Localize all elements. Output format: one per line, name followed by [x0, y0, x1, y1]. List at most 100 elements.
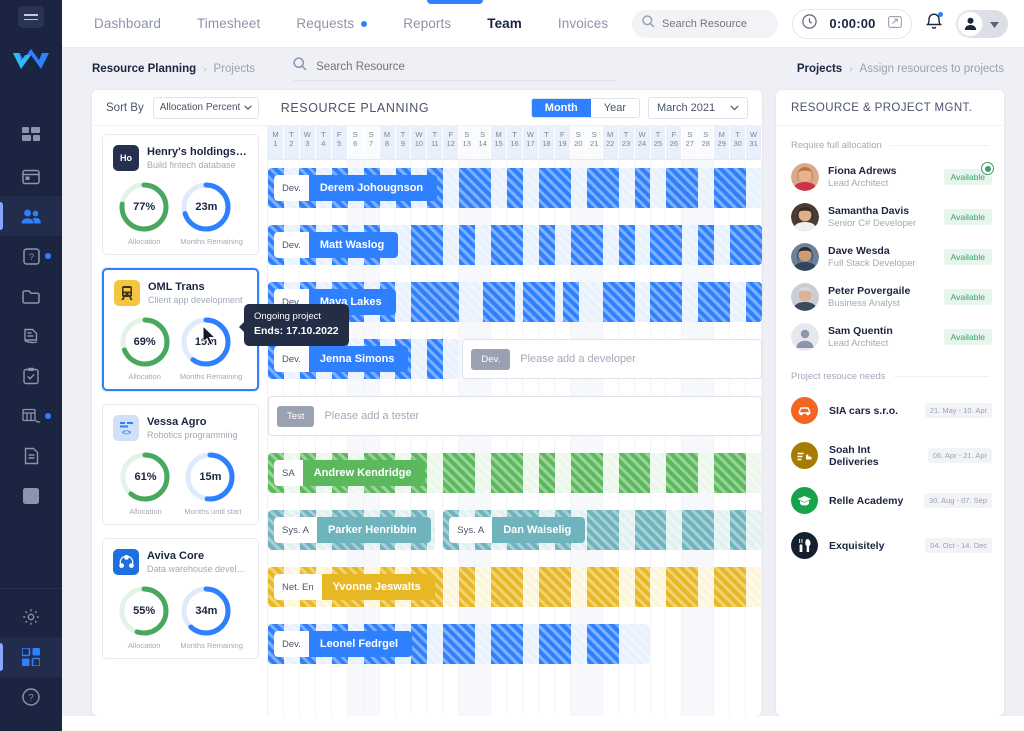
- resource-chip[interactable]: Dev. Jenna Simons: [274, 346, 409, 372]
- menu-toggle-button[interactable]: [18, 6, 44, 28]
- app-logo-icon[interactable]: [11, 48, 51, 74]
- project-need-row[interactable]: SIA cars s.r.o. 21. May - 10. Apr: [776, 388, 1004, 433]
- project-card[interactable]: <> Vessa Agro Robotics programming 61% Alloc…: [102, 404, 259, 525]
- person-row[interactable]: Sam Quentin Lead Architect Available: [776, 317, 1004, 357]
- breadcrumb-current[interactable]: Projects: [214, 63, 256, 75]
- planner-view-controls: Month Year March 2021: [530, 96, 748, 119]
- nav-item-calendar[interactable]: [0, 156, 62, 196]
- resource-chip[interactable]: Sys. A Parker Henribbin: [274, 517, 431, 543]
- nav-item-invoices[interactable]: [0, 316, 62, 356]
- resource-allocation-bar[interactable]: Sys. A Parker Henribbin: [268, 510, 436, 550]
- day-number: 8: [384, 139, 390, 148]
- project-need-row[interactable]: Soah Int Deliveries 06. Apr - 21. Apr: [776, 433, 1004, 478]
- project-date-range: 30. Aug - 07. Sep: [924, 493, 992, 508]
- global-search-input[interactable]: [662, 17, 772, 30]
- tab-dashboard[interactable]: Dashboard: [76, 16, 179, 31]
- sort-by-value: Allocation Percent: [159, 102, 241, 113]
- tab-reports[interactable]: Reports: [385, 16, 469, 31]
- nav-item-team[interactable]: [0, 196, 62, 236]
- day-header-cell: S6: [347, 126, 364, 159]
- tab-timesheet[interactable]: Timesheet: [179, 16, 278, 31]
- resource-allocation-bar[interactable]: SA Andrew Kendridge: [268, 453, 762, 493]
- resource-chip[interactable]: Net. En Yvonne Jeswalts: [274, 574, 435, 600]
- project-need-row[interactable]: Relle Academy 30. Aug - 07. Sep: [776, 478, 1004, 523]
- mouse-cursor: [202, 324, 217, 351]
- add-resource-placeholder[interactable]: Dev. Please add a developer: [462, 339, 762, 379]
- month-select[interactable]: March 2021: [648, 96, 748, 119]
- search-icon: [293, 57, 307, 76]
- selection-indicator[interactable]: [981, 162, 994, 175]
- avatar: [957, 10, 983, 37]
- sort-by-select[interactable]: Allocation Percent: [152, 96, 259, 119]
- tab-team[interactable]: Team: [469, 16, 540, 31]
- time-tracker[interactable]: 0:00:00: [792, 8, 912, 39]
- square-icon: [23, 488, 39, 504]
- nav-item-support[interactable]: ?: [0, 677, 62, 717]
- view-toggle-year[interactable]: Year: [590, 98, 639, 117]
- allocation-ring: 69%: [119, 316, 171, 368]
- app-root: ? ? Dashboard Timesheet Requests Reports…: [0, 0, 1024, 731]
- nav-item-reports[interactable]: [0, 396, 62, 436]
- day-letter: T: [320, 130, 326, 139]
- breadcrumb-root[interactable]: Resource Planning: [92, 63, 196, 75]
- person-row[interactable]: Dave Wesda Full Stack Developer Available: [776, 237, 1004, 277]
- person-row[interactable]: Fiona Adrews Lead Architect Available: [776, 157, 1004, 197]
- project-card[interactable]: Ho Henry's holdings Li... Build fintech da…: [102, 134, 259, 255]
- resource-allocation-bar[interactable]: Dev. Derem Johougnson: [268, 168, 762, 208]
- project-card[interactable]: OML Trans Client app development 69% Alloca…: [102, 268, 259, 391]
- nav-item-tasks[interactable]: [0, 356, 62, 396]
- resource-chip[interactable]: SA Andrew Kendridge: [274, 460, 426, 486]
- expand-timer-icon[interactable]: [888, 15, 902, 33]
- project-card-header: <> Vessa Agro Robotics programming: [113, 415, 248, 441]
- resource-name: Derem Johougnson: [308, 175, 438, 201]
- resource-allocation-bar[interactable]: Sys. A Dan Waiselig: [443, 510, 762, 550]
- tab-invoices[interactable]: Invoices: [540, 16, 626, 31]
- resource-chip[interactable]: Dev. Derem Johougnson: [274, 175, 438, 201]
- nav-item-apps[interactable]: [0, 637, 62, 677]
- day-number: 22: [605, 139, 615, 148]
- nav-item-help[interactable]: ?: [0, 236, 62, 276]
- gantt-chart: M 1 T 2 W 3 T 4 F 5 S 6 S 7 M 8 T 9 W 10 T 11 F 12 S 13 S 14 M 15 T 16 W…: [268, 126, 762, 716]
- day-number: 11: [430, 139, 439, 148]
- resource-chip[interactable]: Dev. Leonel Fedrgel: [274, 631, 413, 657]
- resource-allocation-bar[interactable]: Net. En Yvonne Jeswalts: [268, 567, 762, 607]
- day-header-cell: T 16: [507, 126, 523, 159]
- user-menu[interactable]: [956, 9, 1008, 38]
- nav-item-folder[interactable]: [0, 276, 62, 316]
- apps-icon: [22, 648, 40, 666]
- day-header-cell: T9: [395, 126, 412, 159]
- notification-dot: [45, 253, 51, 259]
- section-label: Project resouce needs: [791, 371, 886, 382]
- resource-allocation-bar[interactable]: Dev. Leonel Fedrgel: [268, 624, 651, 664]
- person-row[interactable]: Samantha Davis Senior C# Developer Availab…: [776, 197, 1004, 237]
- person-row[interactable]: Peter Povergaile Business Analyst Availabl…: [776, 277, 1004, 317]
- notifications-button[interactable]: [925, 12, 943, 35]
- notification-badge: [938, 12, 943, 17]
- resource-allocation-bar[interactable]: Dev. Matt Waslog: [268, 225, 762, 265]
- allocation-ring: 55%: [118, 585, 170, 637]
- nav-item-documents[interactable]: [0, 436, 62, 476]
- tab-requests[interactable]: Requests: [278, 16, 385, 31]
- project-card[interactable]: Aviva Core Data warehouse develo... 55% All…: [102, 538, 259, 659]
- view-toggle-month[interactable]: Month: [531, 98, 591, 117]
- burger-line: [24, 18, 38, 20]
- resource-search-input[interactable]: [316, 60, 607, 73]
- day-header-cell: W3: [299, 126, 316, 159]
- day-number: 6: [353, 139, 358, 148]
- global-search[interactable]: [632, 9, 778, 38]
- tooltip-line-1: Ongoing project: [254, 311, 322, 322]
- add-resource-placeholder[interactable]: Test Please add a tester: [268, 396, 762, 436]
- resource-chip[interactable]: Sys. A Dan Waiselig: [449, 517, 586, 543]
- day-letter: W: [526, 130, 535, 139]
- nav-item-archive[interactable]: [0, 476, 62, 516]
- nav-item-dashboard[interactable]: [0, 116, 62, 156]
- resource-search[interactable]: [293, 57, 619, 81]
- notification-dot: [45, 413, 51, 419]
- resource-chip[interactable]: Dev. Matt Waslog: [274, 232, 399, 258]
- allocation-metric: 61% Allocation: [119, 451, 171, 516]
- allocation-ring: 77%: [118, 181, 170, 233]
- project-need-row[interactable]: Exquisitely 04. Oct - 14. Dec: [776, 523, 1004, 568]
- nav-item-settings[interactable]: [0, 597, 62, 637]
- gantt-row-container: Dev. Derem Johougnson Dev. Matt Waslog Dev. M…: [268, 160, 762, 673]
- breadcrumb-right-root[interactable]: Projects: [797, 63, 842, 75]
